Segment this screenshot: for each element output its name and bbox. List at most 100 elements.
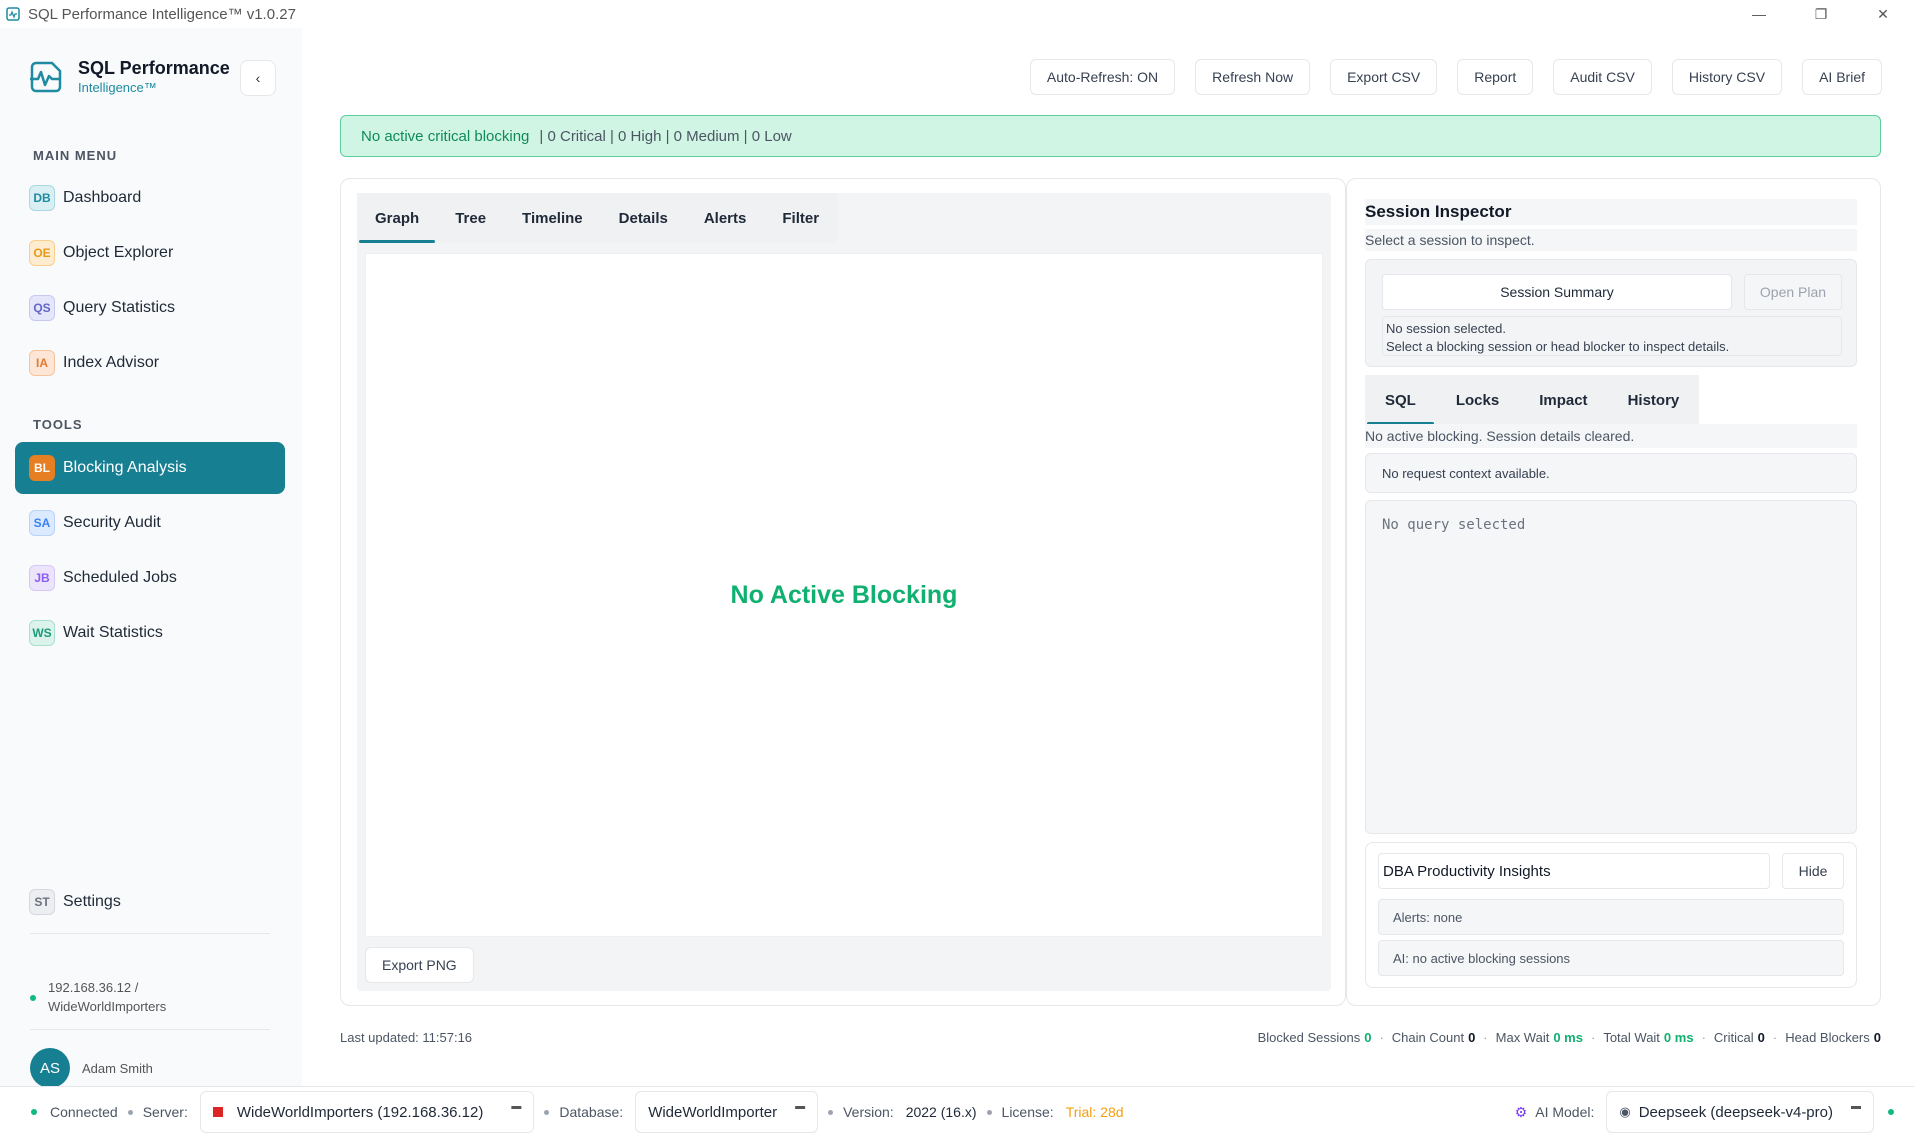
sidebar-item-query-statistics[interactable]: QS Query Statistics	[15, 282, 285, 334]
graph-tabs: Graph Tree Timeline Details Alerts Filte…	[357, 193, 838, 243]
connected-label: Connected	[50, 1104, 118, 1120]
sidebar-item-object-explorer[interactable]: OE Object Explorer	[15, 227, 285, 279]
status-bar: Connected Server: WideWorldImporters (19…	[0, 1086, 1914, 1137]
tab-locks[interactable]: Locks	[1436, 375, 1519, 425]
close-icon[interactable]: ✕	[1852, 0, 1914, 28]
session-inspector-panel: Session Inspector Select a session to in…	[1346, 178, 1881, 1006]
stat-head-blockers: Head Blockers 0	[1785, 1029, 1881, 1045]
object-explorer-icon: OE	[29, 240, 55, 266]
last-updated: Last updated: 11:57:16	[340, 1029, 473, 1045]
version-label: Version:	[843, 1104, 894, 1120]
connection-database: WideWorldImporters	[48, 999, 167, 1014]
sidebar-item-blocking-analysis[interactable]: BL Blocking Analysis	[15, 442, 285, 494]
license-label: License:	[1001, 1104, 1054, 1120]
inspector-status: No active blocking. Session details clea…	[1365, 424, 1857, 448]
ai-brief-button[interactable]: AI Brief	[1802, 59, 1882, 95]
database-select[interactable]: WideWorldImporter ▬	[635, 1091, 819, 1133]
brand: SQL Performance Intelligence™	[28, 58, 230, 95]
ai-status-icon	[1888, 1109, 1894, 1115]
ai-model-value: Deepseek (deepseek-v4-pro)	[1638, 1103, 1833, 1121]
tab-sql[interactable]: SQL	[1365, 375, 1436, 425]
stat-critical: Critical 0	[1713, 1029, 1765, 1045]
insights-ai: AI: no active blocking sessions	[1378, 940, 1844, 976]
server-value: WideWorldImporters (192.168.36.12)	[236, 1103, 484, 1121]
dropdown-icon: ▬	[1851, 1100, 1861, 1112]
report-button[interactable]: Report	[1457, 59, 1534, 95]
query-statistics-icon: QS	[29, 295, 55, 321]
sidebar-item-label: Security Audit	[63, 514, 161, 531]
auto-refresh-button[interactable]: Auto-Refresh: ON	[1029, 59, 1176, 95]
sidebar-item-dashboard[interactable]: DB Dashboard	[15, 172, 285, 224]
query-text-area[interactable]: No query selected	[1365, 500, 1857, 834]
tab-filter[interactable]: Filter	[764, 193, 837, 243]
connection-status-icon	[30, 995, 36, 1001]
tab-timeline[interactable]: Timeline	[504, 193, 601, 243]
collapse-sidebar-button[interactable]: ‹	[240, 60, 276, 96]
user-profile[interactable]: AS Adam Smith	[30, 1048, 153, 1088]
database-value: WideWorldImporter	[648, 1103, 778, 1121]
chevron-left-icon: ‹	[255, 70, 261, 86]
connection-server: 192.168.36.12 /	[48, 980, 139, 995]
wait-statistics-icon: WS	[29, 620, 55, 646]
user-name: Adam Smith	[82, 1060, 153, 1076]
session-message-line: No session selected.	[1386, 321, 1506, 336]
session-summary-box: Session Summary Open Plan No session sel…	[1365, 259, 1857, 367]
dashboard-icon: DB	[29, 185, 55, 211]
alert-status: No active critical blocking	[361, 127, 530, 145]
divider	[30, 1029, 270, 1030]
sidebar-item-label: Index Advisor	[63, 354, 160, 371]
sidebar-item-security-audit[interactable]: SA Security Audit	[15, 497, 285, 549]
tab-tree[interactable]: Tree	[437, 193, 504, 243]
refresh-now-button[interactable]: Refresh Now	[1195, 59, 1311, 95]
divider	[30, 933, 270, 934]
server-icon	[212, 1107, 223, 1117]
ai-model-select[interactable]: ◉ Deepseek (deepseek-v4-pro) ▬	[1606, 1091, 1874, 1133]
scheduled-jobs-icon: JB	[29, 565, 55, 591]
restore-icon[interactable]: ❐	[1790, 0, 1852, 28]
footer-stats: Last updated: 11:57:16 Blocked Sessions 0…	[340, 1029, 1881, 1045]
title-bar: SQL Performance Intelligence™ v1.0.27 — …	[0, 0, 1914, 28]
stat-chain-count: Chain Count 0	[1391, 1029, 1476, 1045]
sidebar-item-wait-statistics[interactable]: WS Wait Statistics	[15, 607, 285, 659]
export-png-button[interactable]: Export PNG	[365, 947, 474, 983]
tab-graph[interactable]: Graph	[357, 193, 437, 243]
session-inspector-subtitle: Select a session to inspect.	[1365, 229, 1857, 251]
dropdown-icon: ▬	[511, 1100, 522, 1112]
ai-model-label: AI Model:	[1535, 1104, 1595, 1120]
sidebar-item-label: Blocking Analysis	[63, 459, 187, 476]
sidebar-item-label: Object Explorer	[63, 244, 174, 261]
blocking-graph-panel: Graph Tree Timeline Details Alerts Filte…	[340, 178, 1346, 1006]
graph-canvas[interactable]: No Active Blocking	[365, 253, 1323, 937]
dropdown-icon: ▬	[795, 1100, 806, 1112]
tab-details[interactable]: Details	[601, 193, 686, 243]
export-csv-button[interactable]: Export CSV	[1330, 59, 1438, 95]
sidebar-item-label: Wait Statistics	[63, 624, 163, 641]
open-plan-button[interactable]: Open Plan	[1744, 274, 1842, 310]
tab-impact[interactable]: Impact	[1519, 375, 1607, 425]
deepseek-icon: ◉	[1619, 1104, 1631, 1119]
main-menu-label: MAIN MENU	[33, 148, 118, 163]
security-audit-icon: SA	[29, 510, 55, 536]
sidebar-item-label: Scheduled Jobs	[63, 569, 177, 586]
sidebar-item-index-advisor[interactable]: IA Index Advisor	[15, 337, 285, 389]
history-csv-button[interactable]: History CSV	[1671, 59, 1783, 95]
minimize-icon[interactable]: —	[1728, 0, 1790, 28]
request-context: No request context available.	[1365, 453, 1857, 493]
dba-insights-card: DBA Productivity Insights Hide Alerts: n…	[1365, 842, 1857, 988]
database-label: Database:	[559, 1104, 624, 1120]
audit-csv-button[interactable]: Audit CSV	[1553, 59, 1652, 95]
window-title: SQL Performance Intelligence™ v1.0.27	[28, 5, 296, 23]
sidebar-item-settings[interactable]: ST Settings	[15, 876, 285, 928]
server-select[interactable]: WideWorldImporters (192.168.36.12) ▬	[199, 1091, 535, 1133]
settings-icon: ST	[29, 889, 55, 915]
tab-history[interactable]: History	[1608, 375, 1700, 425]
stat-blocked-sessions: Blocked Sessions 0	[1257, 1029, 1372, 1045]
sidebar-item-scheduled-jobs[interactable]: JB Scheduled Jobs	[15, 552, 285, 604]
no-blocking-message: No Active Blocking	[730, 580, 958, 609]
brand-title: SQL Performance	[78, 58, 230, 78]
session-summary-button[interactable]: Session Summary	[1382, 274, 1732, 310]
hide-insights-button[interactable]: Hide	[1782, 853, 1844, 889]
tab-alerts[interactable]: Alerts	[686, 193, 765, 243]
version-value: 2022 (16.x)	[905, 1104, 977, 1120]
brand-logo-icon	[30, 61, 62, 92]
